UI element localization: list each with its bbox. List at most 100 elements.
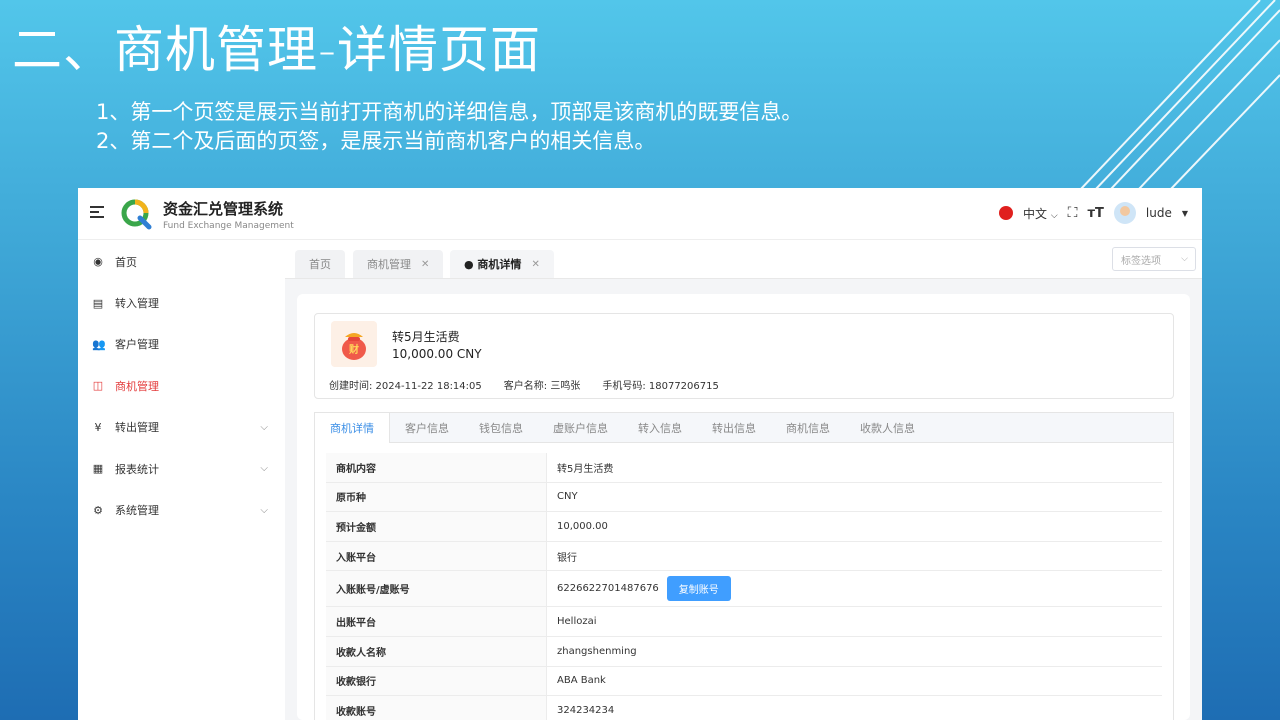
chevron-down-icon: ⌵ [260,463,268,475]
page-tab-label: 首页 [309,258,331,271]
page-tab-bar: 首页 商机管理 ✕ ● 商机详情 ✕ 标签选项 ⌵ [285,241,1202,279]
row-key: 入账平台 [326,541,547,571]
row-value: zhangshenming [557,645,637,657]
avatar[interactable] [1113,202,1136,224]
row-value-cell: 转5月生活费 [547,453,1162,482]
row-value-cell: 324234234 [547,696,1162,720]
language-label: 中文 [1023,206,1048,221]
summary-meta: 创建时间: 2024-11-22 18:14:05 客户名称: 三鸣张 手机号码… [329,377,719,392]
top-bar: 资金汇兑管理系统 Fund Exchange Management 中文 ⌵ ⛶… [78,188,1202,240]
row-value: 10,000.00 [557,520,608,532]
table-row: 出账平台 Hellozai [326,607,1162,637]
sidebar-item-label: 报表统计 [115,462,159,476]
sidebar-item-label: 商机管理 [115,379,159,393]
sidebar-item[interactable]: ◫ 商机管理 [78,365,284,406]
dashboard-icon: ◉ [93,255,103,269]
china-flag-icon [999,206,1013,220]
decorative-lines [1079,0,1280,190]
tab-options-select[interactable]: 标签选项 ⌵ [1112,247,1196,271]
menu-toggle-icon[interactable] [90,206,104,218]
fullscreen-icon[interactable]: ⛶ [1068,205,1078,221]
sidebar-item-label: 首页 [115,255,137,269]
detail-tab[interactable]: 虚账户信息 [538,413,623,443]
close-icon[interactable]: ✕ [421,259,429,270]
row-key: 出账平台 [326,607,547,636]
sidebar-item[interactable]: ⚙ 系统管理 ⌵ [78,489,284,530]
detail-tab[interactable]: 转出信息 [697,413,771,443]
yen-icon: ¥ [94,420,102,434]
row-value: Hellozai [557,616,597,628]
table-row: 原币种 CNY [326,482,1162,513]
sidebar-item-label: 转出管理 [115,421,159,435]
opportunity-title: 转5月生活费 [392,330,460,344]
caret-down-icon[interactable]: ▼ [1182,209,1188,218]
app-name: 资金汇兑管理系统 [163,200,284,218]
app-window: 资金汇兑管理系统 Fund Exchange Management 中文 ⌵ ⛶… [78,188,1202,720]
detail-tab[interactable]: 收款人信息 [845,413,930,443]
app-logo [121,199,152,230]
detail-card: 财 转5月生活费 10,000.00 CNY 创建时间: 2024-11-22 … [297,294,1190,720]
row-value-cell: 银行 [547,542,1162,571]
opportunity-summary: 财 转5月生活费 10,000.00 CNY 创建时间: 2024-11-22 … [314,313,1174,399]
slide-note-2: 2、第二个及后面的页签，是展示当前商机客户的相关信息。 [96,129,656,153]
row-key: 原币种 [326,482,547,512]
sidebar-item[interactable]: ◉ 首页 [78,241,284,282]
row-value: 6226622701487676 [557,583,659,595]
table-row: 收款银行 ABA Bank [326,666,1162,697]
chevron-down-icon: ⌵ [1181,254,1188,264]
detail-tab[interactable]: 转入信息 [623,413,697,443]
page-tab-opportunity[interactable]: 商机管理 ✕ [353,250,444,278]
svg-text:财: 财 [348,343,359,356]
detail-tab[interactable]: 客户信息 [390,413,464,443]
table-row: 收款人名称 zhangshenming [326,636,1162,667]
page-tab-label: 商机管理 [367,258,411,271]
font-size-icon[interactable]: тT [1087,206,1103,221]
detail-panel: 商机详情 客户信息 钱包信息 虚账户信息 转入信息 转出信息 商机信息 收款人信息 商机内容转… [314,412,1174,720]
close-icon[interactable]: ✕ [531,259,539,270]
sidebar-item[interactable]: 👥 客户管理 [78,324,284,365]
row-key: 收款人名称 [326,636,547,666]
sidebar-item[interactable]: ¥ 转出管理 ⌵ [78,407,284,448]
row-value-cell: CNY [547,483,1162,512]
row-key: 收款账号 [326,696,547,720]
detail-tab[interactable]: 商机详情 [315,413,390,443]
username[interactable]: lude [1146,206,1172,220]
customer-name: 客户名称: 三鸣张 [503,381,581,392]
detail-tab[interactable]: 商机信息 [771,413,845,443]
page-tab-label: ● 商机详情 [464,258,522,271]
opportunity-amount: 10,000.00 CNY [392,347,482,361]
copy-account-button[interactable]: 复制账号 [666,576,731,602]
detail-tab[interactable]: 钱包信息 [464,413,538,443]
chevron-down-icon: ⌵ [1050,210,1058,221]
main-content: 首页 商机管理 ✕ ● 商机详情 ✕ 标签选项 ⌵ 财 转5月生活费 10,000.0… [285,241,1202,720]
row-key: 商机内容 [326,453,547,482]
row-value-cell: 6226622701487676 复制账号 [547,571,1162,606]
gear-icon: ⚙ [93,503,103,517]
opportunity-icon: ◫ [92,379,104,393]
row-value: ABA Bank [557,675,606,687]
row-value: 转5月生活费 [557,463,614,475]
row-value-cell: zhangshenming [547,637,1162,666]
brand: 资金汇兑管理系统 Fund Exchange Management [163,198,294,231]
money-bag-icon: 财 [331,321,377,367]
created-time: 创建时间: 2024-11-22 18:14:05 [329,381,482,392]
row-value-cell: 10,000.00 [547,512,1162,541]
slide-title: 二、商机管理-详情页面 [12,21,542,79]
top-right-tools: 中文 ⌵ ⛶ тT lude ▼ [999,202,1188,224]
slide-note-1: 1、第一个页签是展示当前打开商机的详细信息，顶部是该商机的既要信息。 [96,100,803,124]
page-tab-home[interactable]: 首页 [295,250,345,278]
detail-tabs: 商机详情 客户信息 钱包信息 虚账户信息 转入信息 转出信息 商机信息 收款人信息 [315,413,1173,443]
language-select[interactable]: 中文 ⌵ [1023,205,1058,222]
row-value-cell: Hellozai [547,607,1162,636]
row-key: 预计金额 [326,512,547,541]
sidebar-item[interactable]: ▦ 报表统计 ⌵ [78,448,284,489]
sidebar-item[interactable]: ▤ 转入管理 [78,282,284,323]
detail-table: 商机内容 转5月生活费 原币种 CNY 预计金额 10,000.00 入账平台 银行 入账账号/… [326,453,1162,720]
chevron-down-icon: ⌵ [260,421,268,433]
page-tab-opportunity-detail[interactable]: ● 商机详情 ✕ [450,250,554,278]
chevron-down-icon: ⌵ [260,504,268,516]
users-icon: 👥 [92,337,106,351]
slide-notes: 1、第一个页签是展示当前打开商机的详细信息，顶部是该商机的既要信息。 2、第二个… [96,98,802,156]
sidebar-item-label: 系统管理 [115,504,159,518]
app-subtitle: Fund Exchange Management [163,221,294,231]
